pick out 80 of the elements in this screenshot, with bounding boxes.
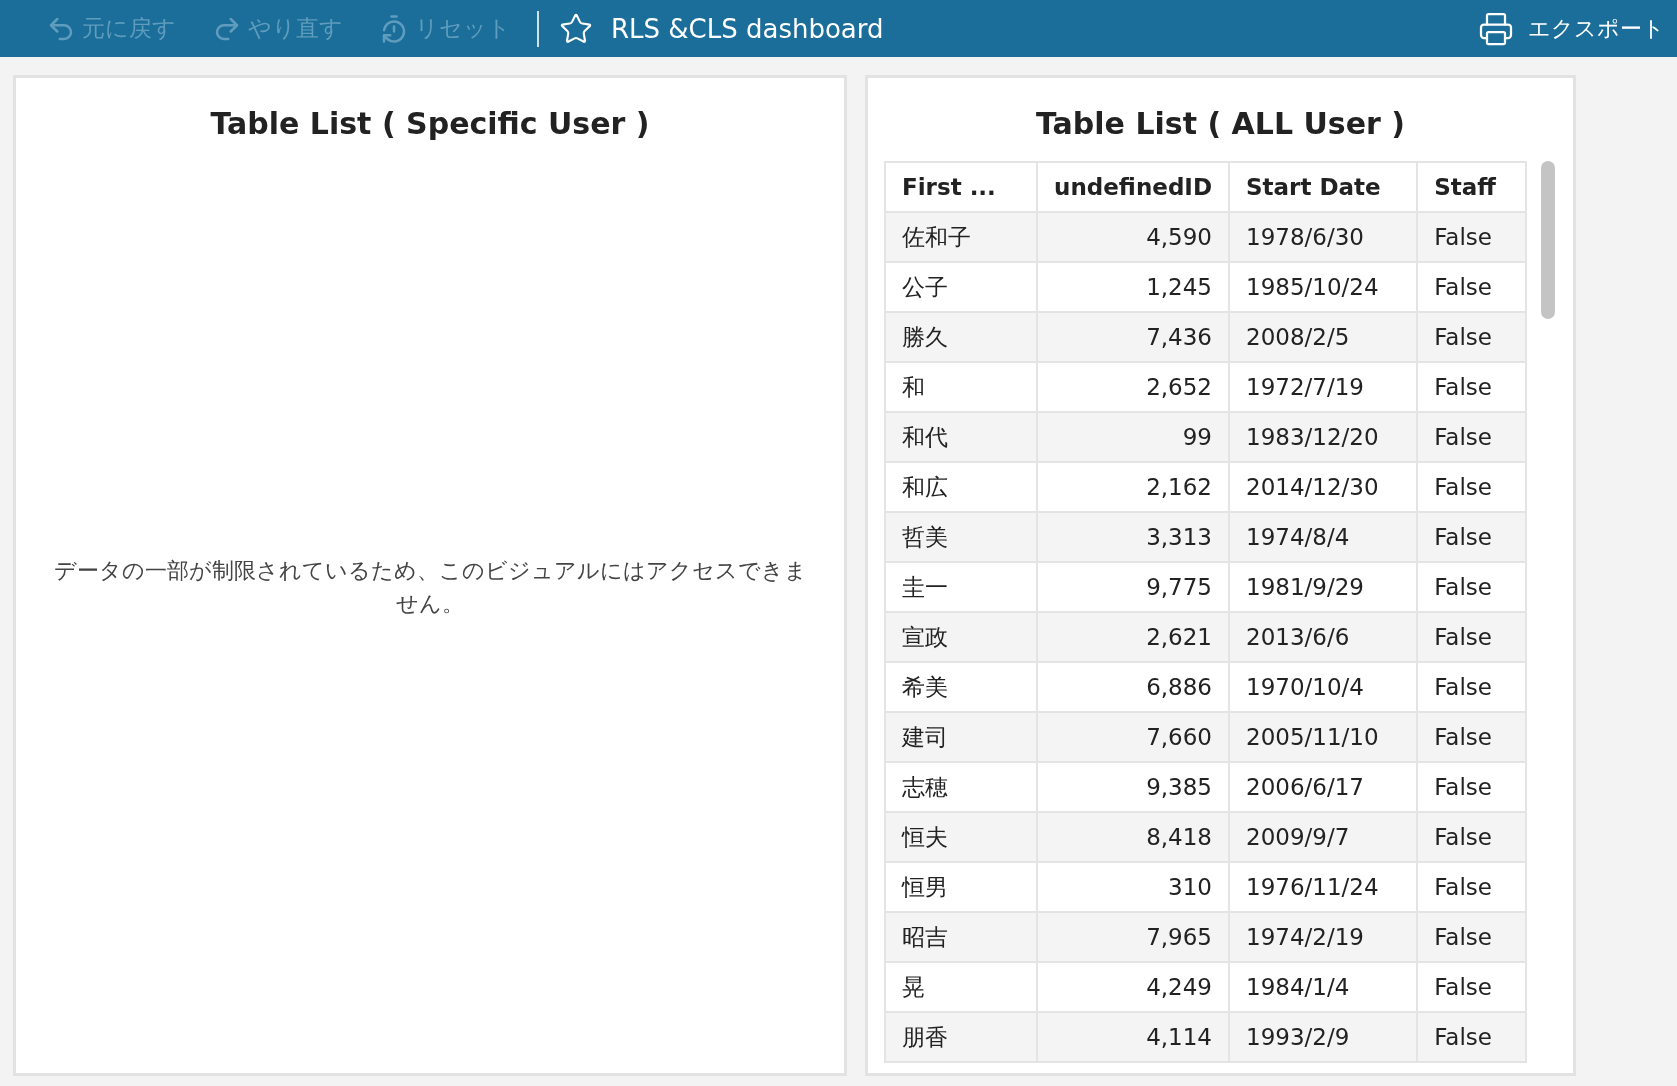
table-cell: 2013/6/6 — [1229, 612, 1418, 662]
access-message: データの一部が制限されているため、このビジュアルにはアクセスできません。 — [52, 557, 808, 618]
table-cell: False — [1417, 862, 1526, 912]
table-cell: 公子 — [885, 262, 1038, 312]
table-cell: 1970/10/4 — [1229, 662, 1418, 712]
table-cell: False — [1417, 412, 1526, 462]
table-cell: 2,652 — [1037, 362, 1229, 412]
table-cell: 3,313 — [1037, 512, 1229, 562]
table-cell: 2008/2/5 — [1229, 312, 1418, 362]
column-header[interactable]: Start Date — [1229, 162, 1418, 212]
table-cell: 宣政 — [885, 612, 1038, 662]
table-cell: 1978/6/30 — [1229, 212, 1418, 262]
table-cell: 和広 — [885, 462, 1038, 512]
table-cell: 希美 — [885, 662, 1038, 712]
table-cell: 7,965 — [1037, 912, 1229, 962]
table-cell: 1993/2/9 — [1229, 1012, 1418, 1062]
table-cell: False — [1417, 262, 1526, 312]
table-cell: 7,660 — [1037, 712, 1229, 762]
column-header[interactable]: undefinedID — [1037, 162, 1229, 212]
table-cell: False — [1417, 462, 1526, 512]
table-cell: 1984/1/4 — [1229, 962, 1418, 1012]
table-cell: False — [1417, 962, 1526, 1012]
table-cell: 1981/9/29 — [1229, 562, 1418, 612]
table-cell: 佐和子 — [885, 212, 1038, 262]
dashboard-title: RLS &CLS dashboard — [611, 13, 884, 44]
table-cell: 1974/2/19 — [1229, 912, 1418, 962]
table-cell: False — [1417, 762, 1526, 812]
table-cell: 2006/6/17 — [1229, 762, 1418, 812]
table-cell: False — [1417, 662, 1526, 712]
table-cell: False — [1417, 812, 1526, 862]
table-cell: 和代 — [885, 412, 1038, 462]
table-cell: 朋香 — [885, 1012, 1038, 1062]
table-cell: 9,775 — [1037, 562, 1229, 612]
table-cell: 9,385 — [1037, 762, 1229, 812]
table-cell: 4,590 — [1037, 212, 1229, 262]
table-cell: 6,886 — [1037, 662, 1229, 712]
table-cell: 99 — [1037, 412, 1229, 462]
column-header[interactable]: First ... — [885, 162, 1038, 212]
table-cell: 志穂 — [885, 762, 1038, 812]
table-cell: False — [1417, 212, 1526, 262]
table-cell: 2005/11/10 — [1229, 712, 1418, 762]
table-cell: 1972/7/19 — [1229, 362, 1418, 412]
table-cell: False — [1417, 612, 1526, 662]
table-cell: 恒男 — [885, 862, 1038, 912]
table-cell: False — [1417, 362, 1526, 412]
panel-title: Table List ( Specific User ) — [209, 105, 651, 143]
scrollbar[interactable] — [1541, 161, 1555, 319]
table-cell: False — [1417, 1012, 1526, 1062]
table-cell: 8,418 — [1037, 812, 1229, 862]
table-cell: False — [1417, 562, 1526, 612]
table-cell: 2014/12/30 — [1229, 462, 1418, 512]
table-cell: False — [1417, 512, 1526, 562]
table-cell: False — [1417, 912, 1526, 962]
table-cell: 圭一 — [885, 562, 1038, 612]
panel-title: Table List ( ALL User ) — [1035, 105, 1406, 143]
table-cell: 7,436 — [1037, 312, 1229, 362]
table-cell: False — [1417, 712, 1526, 762]
table-cell: 1,245 — [1037, 262, 1229, 312]
table-cell: 310 — [1037, 862, 1229, 912]
table-cell: 昭吉 — [885, 912, 1038, 962]
table-cell: False — [1417, 312, 1526, 362]
table-cell: 4,249 — [1037, 962, 1229, 1012]
table-cell: 2,162 — [1037, 462, 1229, 512]
table-cell: 哲美 — [885, 512, 1038, 562]
table-cell: 1976/11/24 — [1229, 862, 1418, 912]
table-cell: 2009/9/7 — [1229, 812, 1418, 862]
table-cell: 4,114 — [1037, 1012, 1229, 1062]
table-cell: 建司 — [885, 712, 1038, 762]
table-cell: 晃 — [885, 962, 1038, 1012]
table-cell: 1983/12/20 — [1229, 412, 1418, 462]
star-icon[interactable] — [559, 11, 593, 46]
table-cell: 1974/8/4 — [1229, 512, 1418, 562]
export-button[interactable]: エクスポート — [1478, 10, 1665, 47]
table-cell: 勝久 — [885, 312, 1038, 362]
column-header[interactable]: Staff — [1417, 162, 1526, 212]
table-cell: 1985/10/24 — [1229, 262, 1418, 312]
table-cell: 和 — [885, 362, 1038, 412]
table-cell: 恒夫 — [885, 812, 1038, 862]
printer-icon — [1478, 10, 1514, 47]
table-cell: 2,621 — [1037, 612, 1229, 662]
